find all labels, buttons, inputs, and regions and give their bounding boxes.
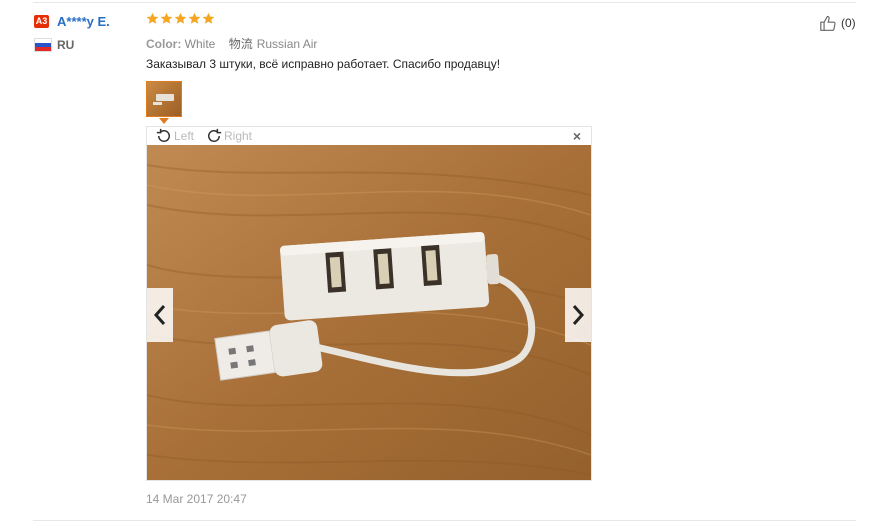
star-rating bbox=[146, 12, 215, 30]
russia-flag-icon bbox=[34, 38, 52, 52]
thumbs-up-icon bbox=[820, 15, 836, 31]
thumbnail-active-indicator bbox=[159, 118, 169, 124]
photo-viewer: Left Right × bbox=[146, 126, 592, 481]
buyer-level-badge: A3 bbox=[34, 15, 49, 28]
rotate-right-button[interactable]: Right bbox=[205, 127, 252, 145]
next-photo-button[interactable] bbox=[565, 288, 591, 342]
shipping-label: 物流 bbox=[228, 37, 253, 51]
helpful-button[interactable]: (0) bbox=[819, 14, 856, 32]
top-divider bbox=[33, 2, 856, 3]
review-date: 14 Mar 2017 20:47 bbox=[146, 492, 247, 506]
star-icon bbox=[174, 12, 187, 24]
chevron-left-icon bbox=[153, 305, 166, 325]
close-viewer-button[interactable]: × bbox=[573, 128, 581, 144]
rotate-right-icon bbox=[208, 128, 222, 142]
order-info: Color: White 物流 Russian Air bbox=[146, 35, 327, 52]
review-photo bbox=[147, 145, 591, 480]
rotate-left-icon bbox=[156, 128, 170, 142]
shipping-value: Russian Air bbox=[256, 37, 318, 51]
reviewer-name[interactable]: A****y E. bbox=[57, 14, 110, 29]
star-icon bbox=[146, 12, 159, 24]
color-value: White bbox=[184, 37, 216, 51]
review-photo-thumbnail[interactable] bbox=[146, 81, 182, 117]
helpful-count: (0) bbox=[841, 16, 856, 30]
rotate-left-button[interactable]: Left bbox=[155, 127, 194, 145]
reviewer-country: RU bbox=[57, 38, 75, 52]
bottom-divider bbox=[33, 520, 856, 521]
viewer-toolbar: Left Right × bbox=[147, 127, 591, 145]
rotate-left-label: Left bbox=[174, 129, 195, 143]
star-icon bbox=[202, 12, 215, 24]
previous-photo-button[interactable] bbox=[147, 288, 173, 342]
star-icon bbox=[188, 12, 201, 24]
star-icon bbox=[160, 12, 173, 24]
review-text: Заказывал 3 штуки, всё исправно работает… bbox=[146, 57, 501, 71]
usb-hub-photo bbox=[147, 145, 591, 480]
color-label: Color: bbox=[146, 37, 182, 51]
chevron-right-icon bbox=[572, 305, 585, 325]
rotate-right-label: Right bbox=[224, 129, 253, 143]
